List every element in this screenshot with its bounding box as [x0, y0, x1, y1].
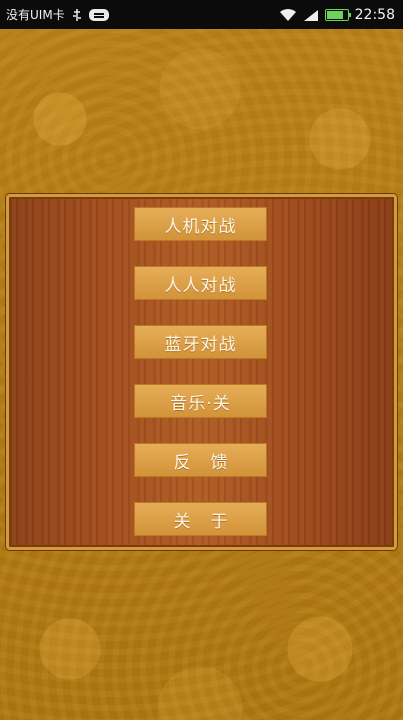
- signal-icon: [303, 9, 319, 21]
- feedback-button[interactable]: 反馈: [134, 443, 267, 477]
- battery-icon: [324, 8, 351, 21]
- message-icon: [88, 8, 109, 21]
- music-toggle-button[interactable]: 音乐·关: [134, 384, 267, 418]
- wifi-icon: [279, 8, 297, 22]
- bluetooth-battle-button[interactable]: 蓝牙对战: [134, 325, 267, 359]
- status-bar-right: 22:58: [279, 7, 395, 23]
- about-button[interactable]: 关于: [134, 502, 267, 536]
- main-menu: 人机对战 人人对战 蓝牙对战 音乐·关 反馈 关于: [134, 207, 267, 536]
- status-bar: 没有UIM卡 22:58: [0, 0, 403, 29]
- vs-computer-button[interactable]: 人机对战: [134, 207, 267, 241]
- usb-icon: [71, 8, 83, 22]
- status-bar-left: 没有UIM卡: [6, 6, 109, 23]
- clock: 22:58: [354, 6, 395, 23]
- vs-human-button[interactable]: 人人对战: [134, 266, 267, 300]
- carrier-label: 没有UIM卡: [6, 8, 65, 22]
